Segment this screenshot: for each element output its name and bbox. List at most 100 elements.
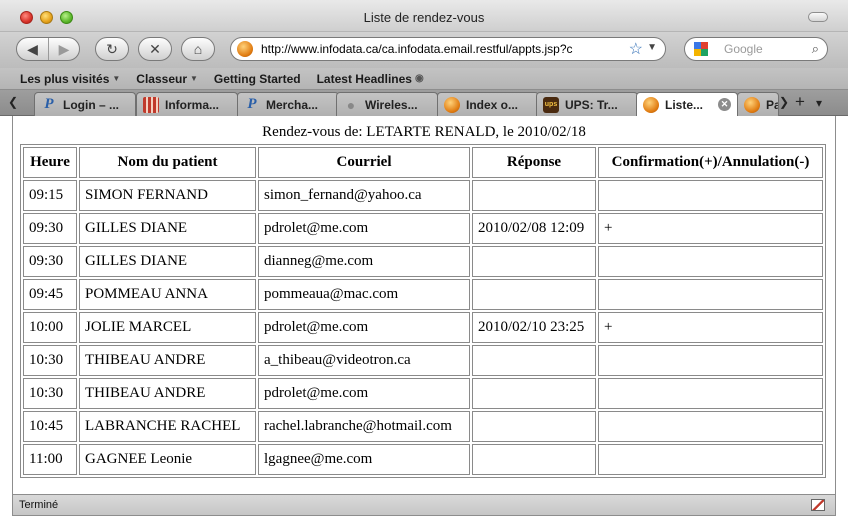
response-cell: 2010/02/08 12:09 — [472, 213, 596, 244]
toolbar-toggle-button[interactable] — [808, 12, 828, 22]
response-cell — [472, 444, 596, 475]
tab-label: UPS: Tr... — [565, 97, 618, 112]
table-row: 10:45 LABRANCHE RACHEL rachel.labranche@… — [23, 411, 823, 442]
time-cell: 09:30 — [23, 246, 77, 277]
back-forward-control: ◀ ▶ — [16, 37, 80, 61]
search-box[interactable]: ⌕ — [716, 37, 828, 61]
appointments-table: Heure Nom du patient Courriel Réponse Co… — [20, 144, 826, 478]
column-header: Nom du patient — [79, 147, 256, 178]
column-header: Réponse — [472, 147, 596, 178]
title-bar: Liste de rendez-vous — [0, 0, 848, 32]
email-cell: pdrolet@me.com — [258, 312, 470, 343]
security-status-icon[interactable] — [811, 499, 825, 511]
table-row: 09:15 SIMON FERNAND simon_fernand@yahoo.… — [23, 180, 823, 211]
tab-liste-active[interactable]: Liste... ✕ — [636, 92, 738, 116]
patient-name-cell: GAGNEE Leonie — [79, 444, 256, 475]
tab-login[interactable]: P Login – ... — [34, 92, 136, 116]
bookmark-classeur[interactable]: Classeur ▼ — [136, 72, 198, 86]
response-cell: 2010/02/10 23:25 — [472, 312, 596, 343]
bookmark-getting-started[interactable]: Getting Started — [214, 72, 301, 86]
address-bar[interactable]: http://www.infodata.ca/ca.infodata.email… — [230, 37, 666, 61]
patient-name-cell: LABRANCHE RACHEL — [79, 411, 256, 442]
time-cell: 11:00 — [23, 444, 77, 475]
confirmation-cell — [598, 444, 823, 475]
email-cell: dianneg@me.com — [258, 246, 470, 277]
response-cell — [472, 378, 596, 409]
tab-label: Mercha... — [266, 97, 319, 112]
time-cell: 10:00 — [23, 312, 77, 343]
home-button[interactable]: ⌂ — [181, 37, 215, 61]
bookmark-latest-headlines[interactable]: Latest Headlines ◉ — [317, 72, 424, 86]
tab-list-icon[interactable]: ▾ — [816, 96, 822, 110]
email-cell: pdrolet@me.com — [258, 213, 470, 244]
tab-ups[interactable]: ups UPS: Tr... — [536, 92, 638, 116]
forward-button[interactable]: ▶ — [47, 38, 79, 60]
patient-name-cell: THIBEAU ANDRE — [79, 345, 256, 376]
confirmation-cell: + — [598, 213, 823, 244]
search-input[interactable] — [724, 42, 804, 56]
tab-label: Wireles... — [365, 97, 418, 112]
time-cell: 10:30 — [23, 345, 77, 376]
firefox-icon — [744, 96, 760, 113]
tab-scroll-left-icon[interactable]: ❮ — [8, 95, 18, 109]
tab-label: Login – ... — [63, 97, 119, 112]
tab-information[interactable]: Informa... — [136, 92, 238, 116]
table-row: 09:45 POMMEAU ANNA pommeaua@mac.com — [23, 279, 823, 310]
tab-scroll-right-icon[interactable]: ❯ — [779, 95, 789, 109]
tab-label: Index o... — [466, 97, 519, 112]
table-row: 10:00 JOLIE MARCEL pdrolet@me.com 2010/0… — [23, 312, 823, 343]
confirmation-cell: + — [598, 312, 823, 343]
table-row: 09:30 GILLES DIANE pdrolet@me.com 2010/0… — [23, 213, 823, 244]
tab-index[interactable]: Index o... — [437, 92, 539, 116]
column-header: Confirmation(+)/Annulation(-) — [598, 147, 823, 178]
response-cell — [472, 411, 596, 442]
tab-bar: ❮ P Login – ... Informa... P Mercha... ●… — [0, 90, 848, 116]
time-cell: 09:30 — [23, 213, 77, 244]
tab-label: Pa — [766, 97, 778, 112]
rss-icon: ◉ — [414, 73, 424, 84]
confirmation-cell — [598, 411, 823, 442]
paypal-icon: P — [44, 96, 54, 112]
patient-name-cell: GILLES DIANE — [79, 213, 256, 244]
status-bar: Terminé — [12, 494, 836, 516]
stop-button[interactable]: ✕ — [138, 37, 172, 61]
bookmark-star-icon[interactable]: ☆ — [629, 39, 643, 59]
reload-button[interactable]: ↻ — [95, 37, 129, 61]
window-title: Liste de rendez-vous — [363, 10, 485, 25]
tab-label: Informa... — [165, 97, 220, 112]
table-row: 10:30 THIBEAU ANDRE pdrolet@me.com — [23, 378, 823, 409]
url-text[interactable]: http://www.infodata.ca/ca.infodata.email… — [261, 42, 573, 56]
patient-name-cell: GILLES DIANE — [79, 246, 256, 277]
patient-name-cell: THIBEAU ANDRE — [79, 378, 256, 409]
email-cell: a_thibeau@videotron.ca — [258, 345, 470, 376]
confirmation-cell — [598, 180, 823, 211]
page-title: Rendez-vous de: LETARTE RENALD, le 2010/… — [262, 124, 586, 140]
column-header: Courriel — [258, 147, 470, 178]
close-tab-icon[interactable]: ✕ — [718, 98, 731, 111]
url-dropdown-icon[interactable]: ▼ — [647, 42, 657, 53]
table-row: 10:30 THIBEAU ANDRE a_thibeau@videotron.… — [23, 345, 823, 376]
apple-icon: ● — [346, 96, 356, 113]
bookmarks-toolbar: Les plus visités ▼ Classeur ▼ Getting Star… — [0, 68, 848, 90]
site-favicon-icon — [237, 41, 253, 57]
search-engine-selector[interactable] — [684, 37, 716, 61]
ups-icon: ups — [543, 96, 559, 113]
tab-label: Liste... — [665, 97, 704, 112]
google-icon — [693, 42, 708, 56]
tab-merchant[interactable]: P Mercha... — [237, 92, 339, 116]
new-tab-icon[interactable]: + — [795, 92, 805, 112]
back-button[interactable]: ◀ — [17, 38, 48, 60]
search-icon[interactable]: ⌕ — [812, 41, 819, 57]
response-cell — [472, 246, 596, 277]
tab-wireless[interactable]: ● Wireles... — [336, 92, 438, 116]
chevron-down-icon: ▼ — [112, 74, 121, 83]
table-header-row: Heure Nom du patient Courriel Réponse Co… — [23, 147, 823, 178]
patient-name-cell: SIMON FERNAND — [79, 180, 256, 211]
status-text: Terminé — [19, 499, 59, 511]
response-cell — [472, 279, 596, 310]
response-cell — [472, 180, 596, 211]
patient-name-cell: JOLIE MARCEL — [79, 312, 256, 343]
bookmark-most-visited[interactable]: Les plus visités ▼ — [20, 72, 120, 86]
firefox-icon — [444, 96, 460, 113]
tab-partial[interactable]: Pa — [737, 92, 779, 116]
